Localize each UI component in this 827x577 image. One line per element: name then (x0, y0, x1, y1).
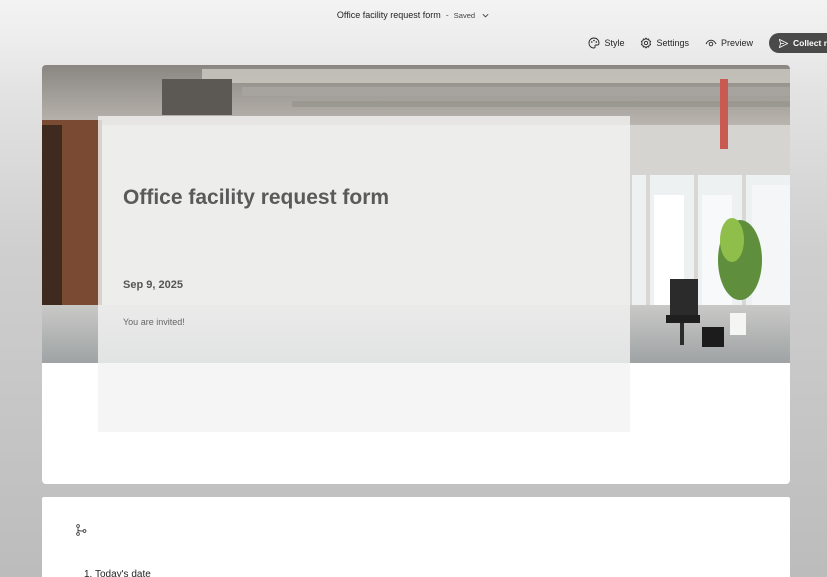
style-button[interactable]: Style (588, 33, 624, 53)
gear-icon (641, 37, 652, 49)
palette-icon (588, 37, 600, 49)
header-overlay-panel (98, 116, 630, 432)
collect-label: Collect r (793, 38, 827, 48)
settings-button[interactable]: Settings (640, 33, 689, 53)
collect-responses-button[interactable]: Collect r (769, 33, 827, 53)
eye-icon (705, 39, 717, 47)
save-status: Saved (453, 10, 476, 20)
form-name[interactable]: Office facility request form (337, 10, 441, 20)
preview-label: Preview (720, 38, 753, 48)
branching-icon[interactable] (75, 524, 87, 536)
form-header-card (42, 65, 790, 484)
send-icon (778, 38, 789, 48)
form-subtitle[interactable]: You are invited! (123, 317, 185, 327)
form-title[interactable]: Office facility request form (123, 186, 389, 210)
form-date[interactable]: Sep 9, 2025 (123, 279, 183, 291)
question-number: 1. (84, 569, 93, 577)
chevron-down-icon[interactable] (481, 11, 490, 20)
settings-label: Settings (656, 38, 689, 48)
question-text: Today's date (94, 569, 151, 577)
style-label: Style (604, 38, 625, 48)
title-separator: - (445, 10, 449, 20)
toolbar: Style Settings Preview Collect r (588, 33, 827, 53)
question-card[interactable]: 1. Today's date (42, 497, 790, 577)
title-bar: Office facility request form - Saved (0, 0, 827, 30)
preview-button[interactable]: Preview (705, 33, 753, 53)
question-label[interactable]: 1. Today's date (84, 569, 151, 577)
